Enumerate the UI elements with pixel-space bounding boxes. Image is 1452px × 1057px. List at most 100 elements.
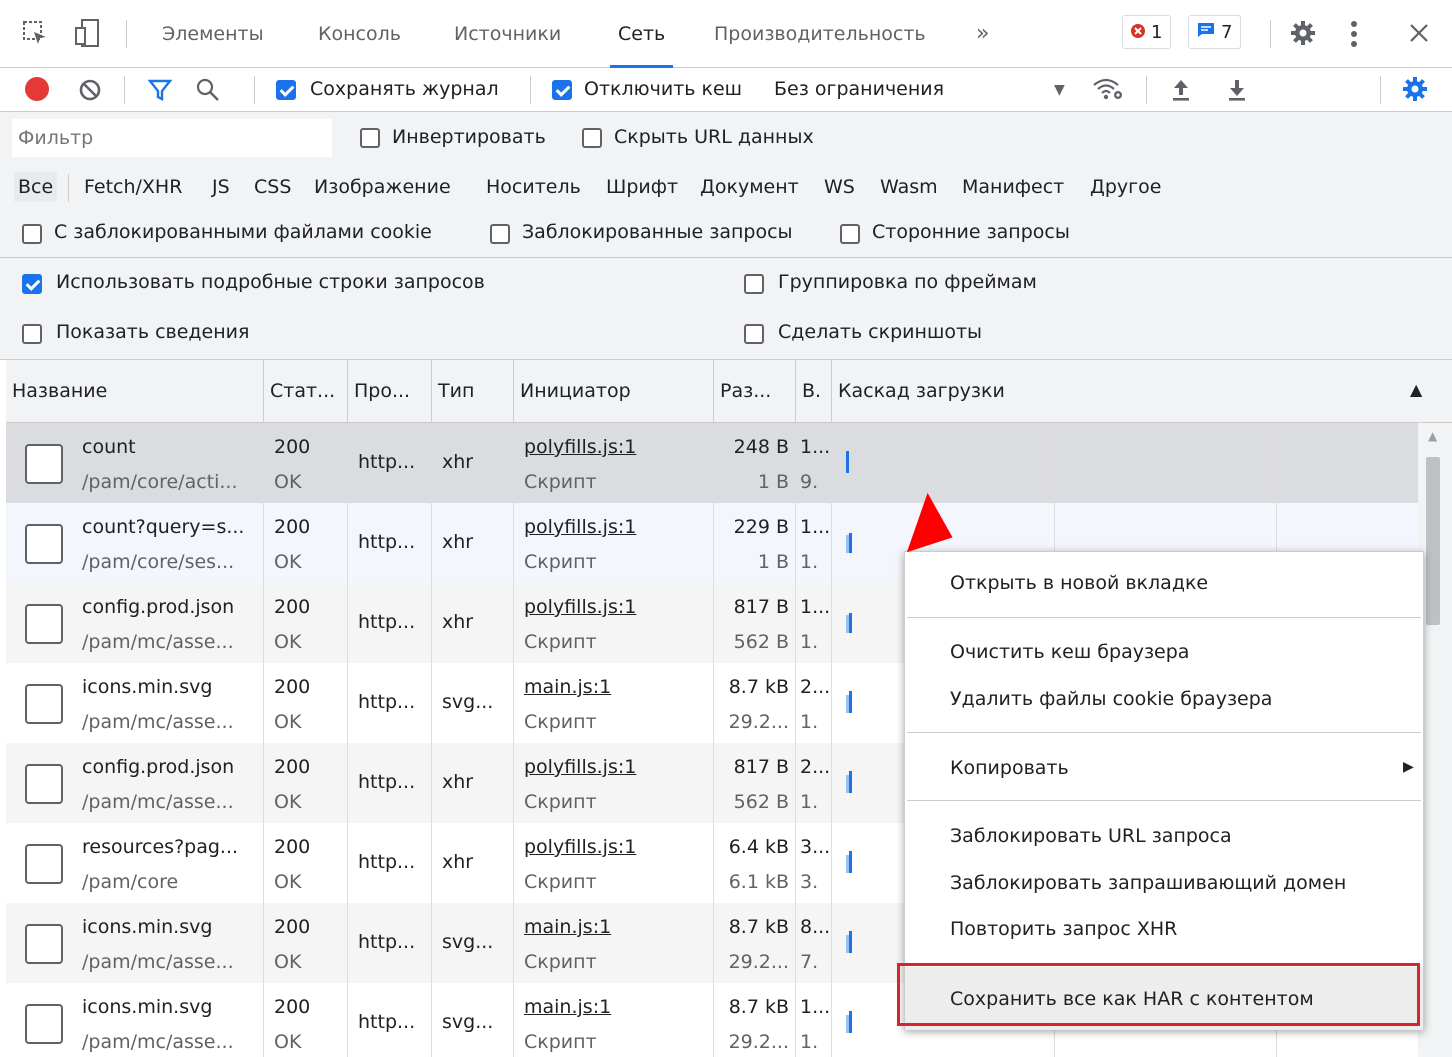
request-path: /pam/mc/asse... — [82, 791, 234, 813]
type-filter-wasm[interactable]: Wasm — [880, 172, 938, 202]
invert-label: Инвертировать — [392, 126, 546, 148]
request-time: 1... — [800, 596, 831, 618]
initiator-link[interactable]: main.js:1 — [524, 916, 611, 938]
type-filter-font[interactable]: Шрифт — [606, 172, 678, 202]
initiator-link[interactable]: polyfills.js:1 — [524, 596, 636, 618]
type-filter-css[interactable]: CSS — [254, 172, 291, 202]
tab-elements[interactable]: Элементы — [162, 0, 264, 68]
filter-icon[interactable] — [148, 78, 172, 102]
tab-performance[interactable]: Производительность — [714, 0, 926, 68]
tab-console[interactable]: Консоль — [318, 0, 401, 68]
menu-item-open-new-tab[interactable]: Открыть в новой вкладке — [950, 572, 1208, 594]
menu-item-clear-cookies[interactable]: Удалить файлы cookie браузера — [950, 688, 1272, 710]
third-party-checkbox[interactable] — [840, 224, 860, 244]
close-icon[interactable] — [1408, 22, 1430, 44]
message-icon — [1197, 22, 1215, 43]
request-latency: 1. — [800, 631, 819, 653]
menu-item-block-url[interactable]: Заблокировать URL запроса — [950, 825, 1232, 847]
throttling-select[interactable]: Без ограничения — [774, 78, 944, 100]
initiator-link[interactable]: polyfills.js:1 — [524, 436, 636, 458]
resource-type-filter-row: Все Fetch/XHR JS CSS Изображение Носител… — [0, 164, 1452, 210]
protocol: http... — [358, 851, 416, 873]
scrollbar-thumb[interactable] — [1426, 457, 1440, 625]
network-toolbar: Сохранять журнал Отключить кеш Без огран… — [0, 68, 1452, 112]
type-filter-manifest[interactable]: Манифест — [962, 172, 1064, 202]
initiator-link[interactable]: main.js:1 — [524, 996, 611, 1018]
column-header-initiator[interactable]: Инициатор — [514, 360, 714, 423]
network-settings-row: Показать сведения Сделать скриншоты — [0, 310, 1452, 360]
column-header-time[interactable]: В. — [796, 360, 832, 423]
column-header-protocol[interactable]: Про... — [348, 360, 432, 423]
network-settings-gear-icon[interactable] — [1402, 76, 1428, 102]
chevron-down-icon[interactable]: ▼ — [1054, 82, 1065, 98]
preserve-log-checkbox[interactable] — [276, 80, 296, 100]
settings-gear-icon[interactable] — [1290, 20, 1316, 46]
blocked-cookies-label: С заблокированными файлами cookie — [54, 221, 432, 243]
network-conditions-icon[interactable] — [1092, 76, 1124, 102]
transfer-size: 817 B — [733, 756, 789, 778]
capture-screenshots-checkbox[interactable] — [744, 324, 764, 344]
message-count: 7 — [1221, 21, 1233, 43]
request-name: config.prod.json — [82, 756, 235, 778]
more-options-icon[interactable] — [1350, 20, 1358, 48]
type-filter-other[interactable]: Другое — [1090, 172, 1161, 202]
menu-item-copy[interactable]: Копировать — [950, 757, 1069, 779]
blocked-requests-checkbox[interactable] — [490, 224, 510, 244]
request-path: /pam/mc/asse... — [82, 1031, 234, 1053]
device-toolbar-icon[interactable] — [74, 18, 100, 48]
column-header-name[interactable]: Название — [6, 360, 264, 423]
initiator-link[interactable]: polyfills.js:1 — [524, 756, 636, 778]
menu-item-replay-xhr[interactable]: Повторить запрос XHR — [950, 918, 1177, 940]
tab-sources[interactable]: Источники — [454, 0, 561, 68]
initiator-link[interactable]: main.js:1 — [524, 676, 611, 698]
resource-size: 562 B — [733, 791, 789, 813]
initiator-link[interactable]: polyfills.js:1 — [524, 836, 636, 858]
message-count-badge[interactable]: 7 — [1188, 15, 1242, 49]
sort-ascending-icon[interactable]: ▲ — [1410, 380, 1422, 399]
disable-cache-checkbox[interactable] — [552, 80, 572, 100]
tab-network[interactable]: Сеть — [609, 0, 674, 68]
status-text: OK — [274, 471, 302, 493]
error-count-badge[interactable]: 1 — [1122, 15, 1172, 49]
initiator-type: Скрипт — [524, 791, 597, 813]
type-filter-ws[interactable]: WS — [824, 172, 855, 202]
import-har-icon[interactable] — [1170, 77, 1192, 103]
request-time: 1... — [800, 996, 831, 1018]
request-latency: 7. — [800, 951, 819, 973]
request-time: 2... — [800, 756, 831, 778]
group-by-frame-checkbox[interactable] — [744, 274, 764, 294]
big-request-rows-checkbox[interactable] — [22, 274, 42, 294]
initiator-type: Скрипт — [524, 951, 597, 973]
type-filter-document[interactable]: Документ — [700, 172, 799, 202]
search-icon[interactable] — [196, 78, 220, 102]
clear-icon[interactable] — [78, 78, 102, 102]
menu-separator — [907, 617, 1421, 618]
column-header-status[interactable]: Стат... — [264, 360, 348, 423]
show-overview-checkbox[interactable] — [22, 324, 42, 344]
menu-item-block-domain[interactable]: Заблокировать запрашивающий домен — [950, 872, 1346, 894]
type-filter-all[interactable]: Все — [14, 172, 58, 202]
table-row[interactable]: count/pam/core/acti... 200 OK http... xhr pol… — [6, 423, 1452, 503]
blocked-cookies-checkbox[interactable] — [22, 224, 42, 244]
column-header-waterfall[interactable]: Каскад загрузки — [832, 360, 1452, 423]
type-filter-image[interactable]: Изображение — [314, 172, 451, 202]
type-filter-fetch-xhr[interactable]: Fetch/XHR — [84, 172, 182, 202]
waterfall-bar — [849, 613, 852, 633]
inspect-element-icon[interactable] — [22, 20, 48, 46]
context-menu: Открыть в новой вкладке Очистить кеш бра… — [904, 551, 1424, 1030]
type-filter-js[interactable]: JS — [212, 172, 230, 202]
menu-item-clear-cache[interactable]: Очистить кеш браузера — [950, 641, 1189, 663]
protocol: http... — [358, 771, 416, 793]
record-icon[interactable] — [24, 76, 50, 102]
more-tabs-button[interactable]: » — [976, 0, 989, 68]
filter-input[interactable] — [12, 119, 332, 157]
hide-data-urls-checkbox[interactable] — [582, 128, 602, 148]
scroll-up-icon[interactable]: ▲ — [1428, 429, 1437, 443]
initiator-link[interactable]: polyfills.js:1 — [524, 516, 636, 538]
initiator-type: Скрипт — [524, 471, 597, 493]
column-header-type[interactable]: Тип — [432, 360, 514, 423]
export-har-icon[interactable] — [1226, 77, 1248, 103]
type-filter-media[interactable]: Носитель — [486, 172, 581, 202]
invert-checkbox[interactable] — [360, 128, 380, 148]
column-header-size[interactable]: Раз... — [714, 360, 796, 423]
